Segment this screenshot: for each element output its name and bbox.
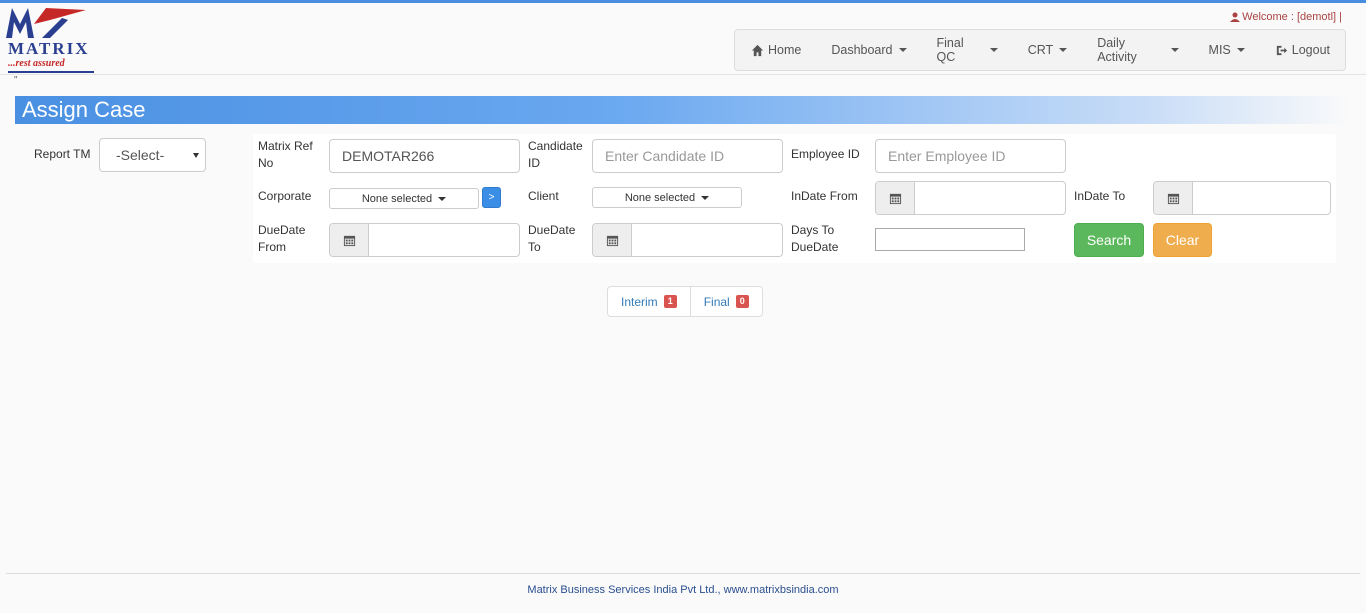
client-label: Client [528, 189, 559, 203]
logo-tagline: ...rest assured [8, 58, 65, 69]
corporate-label: Corporate [258, 189, 312, 203]
tab-final-label: Final [703, 294, 730, 309]
corporate-value: None selected [361, 192, 433, 205]
duedate-from-input[interactable] [369, 224, 519, 256]
nav-daily-activity-label: Daily Activity [1097, 36, 1137, 64]
nav-logout[interactable]: Logout [1260, 30, 1345, 70]
chevron-down-icon [1059, 48, 1068, 52]
matrix-ref-input[interactable]: DEMOTAR266 [329, 139, 520, 173]
nav-home-label: Home [768, 43, 802, 57]
filter-panel: Matrix Ref No DEMOTAR266 Candidate ID En… [253, 134, 1336, 263]
nav-mis-label: MIS [1208, 43, 1231, 57]
tab-final[interactable]: Final 0 [689, 287, 762, 316]
search-button[interactable]: Search [1074, 223, 1144, 257]
days-to-duedate-input[interactable] [875, 228, 1025, 251]
chevron-down-icon [989, 48, 998, 52]
quote-mark: " [14, 75, 18, 86]
calendar-icon[interactable] [593, 224, 632, 256]
user-icon [1230, 12, 1241, 22]
chevron-down-icon [701, 195, 710, 200]
duedate-to-label: DueDate To [528, 223, 576, 254]
duedate-from-picker[interactable] [329, 223, 520, 257]
chevron-down-icon [438, 196, 447, 201]
indate-from-input[interactable] [915, 182, 1065, 214]
employee-id-input[interactable]: Enter Employee ID [875, 139, 1066, 173]
page-title-bar: Assign Case [15, 96, 1351, 124]
case-tabs: Interim 1 Final 0 [607, 286, 763, 317]
page-title: Assign Case [22, 97, 146, 122]
chevron-down-icon [1236, 48, 1245, 52]
indate-from-label: InDate From [791, 189, 858, 203]
nav-crt[interactable]: CRT [1013, 30, 1082, 70]
footer-divider [6, 573, 1360, 574]
report-tm-value: -Select- [116, 147, 165, 163]
main-nav: Home Dashboard Final QC CRT Daily Activi… [734, 29, 1346, 71]
header: MATRIX ...rest assured " Welcome : [demo… [0, 3, 1366, 86]
nav-logout-label: Logout [1291, 43, 1330, 57]
matrix-ref-label: Matrix Ref No [258, 139, 313, 170]
corporate-go-button[interactable]: > [482, 187, 501, 208]
indate-from-picker[interactable] [875, 181, 1066, 215]
welcome-text: Welcome : [demotl] | [1230, 11, 1342, 23]
nav-final-qc-label: Final QC [936, 36, 964, 64]
employee-id-label: Employee ID [791, 147, 860, 161]
days-to-duedate-label: Days To DueDate [791, 223, 839, 254]
nav-crt-label: CRT [1027, 43, 1054, 57]
tab-interim[interactable]: Interim 1 [608, 287, 690, 316]
final-count-badge: 0 [735, 295, 749, 308]
duedate-from-label: DueDate From [258, 223, 306, 254]
report-tm-select[interactable]: -Select- [99, 138, 206, 172]
welcome-label: Welcome : [demotl] | [1242, 11, 1342, 23]
duedate-to-input[interactable] [632, 224, 782, 256]
tab-interim-label: Interim [621, 294, 658, 309]
nav-dashboard-label: Dashboard [831, 43, 893, 57]
nav-final-qc[interactable]: Final QC [922, 30, 1013, 70]
logo-underline [8, 71, 94, 73]
logo-text: MATRIX [8, 39, 90, 58]
indate-to-input[interactable] [1193, 182, 1330, 214]
client-multiselect[interactable]: None selected [592, 187, 742, 208]
logout-icon [1276, 45, 1287, 55]
nav-mis[interactable]: MIS [1194, 30, 1260, 70]
candidate-id-label: Candidate ID [528, 139, 583, 170]
logo-mark-icon [6, 8, 86, 38]
matrix-logo[interactable]: MATRIX ...rest assured [6, 6, 98, 76]
nav-home[interactable]: Home [735, 30, 816, 70]
clear-button[interactable]: Clear [1153, 223, 1212, 257]
indate-to-picker[interactable] [1153, 181, 1331, 215]
nav-daily-activity[interactable]: Daily Activity [1082, 30, 1193, 70]
nav-dashboard[interactable]: Dashboard [816, 30, 921, 70]
report-tm-label: Report TM [34, 147, 91, 161]
chevron-down-icon [1170, 48, 1179, 52]
client-value: None selected [624, 191, 696, 204]
duedate-to-picker[interactable] [592, 223, 783, 257]
indate-to-label: InDate To [1074, 189, 1126, 203]
chevron-down-icon [898, 48, 907, 52]
chevron-down-icon [193, 153, 199, 158]
interim-count-badge: 1 [663, 295, 677, 308]
calendar-icon[interactable] [876, 182, 915, 214]
home-icon [751, 44, 764, 56]
candidate-id-input[interactable]: Enter Candidate ID [592, 139, 783, 173]
footer-text: Matrix Business Services India Pvt Ltd.,… [527, 584, 839, 596]
corporate-multiselect[interactable]: None selected [329, 188, 479, 209]
calendar-icon[interactable] [1154, 182, 1193, 214]
calendar-icon[interactable] [330, 224, 369, 256]
